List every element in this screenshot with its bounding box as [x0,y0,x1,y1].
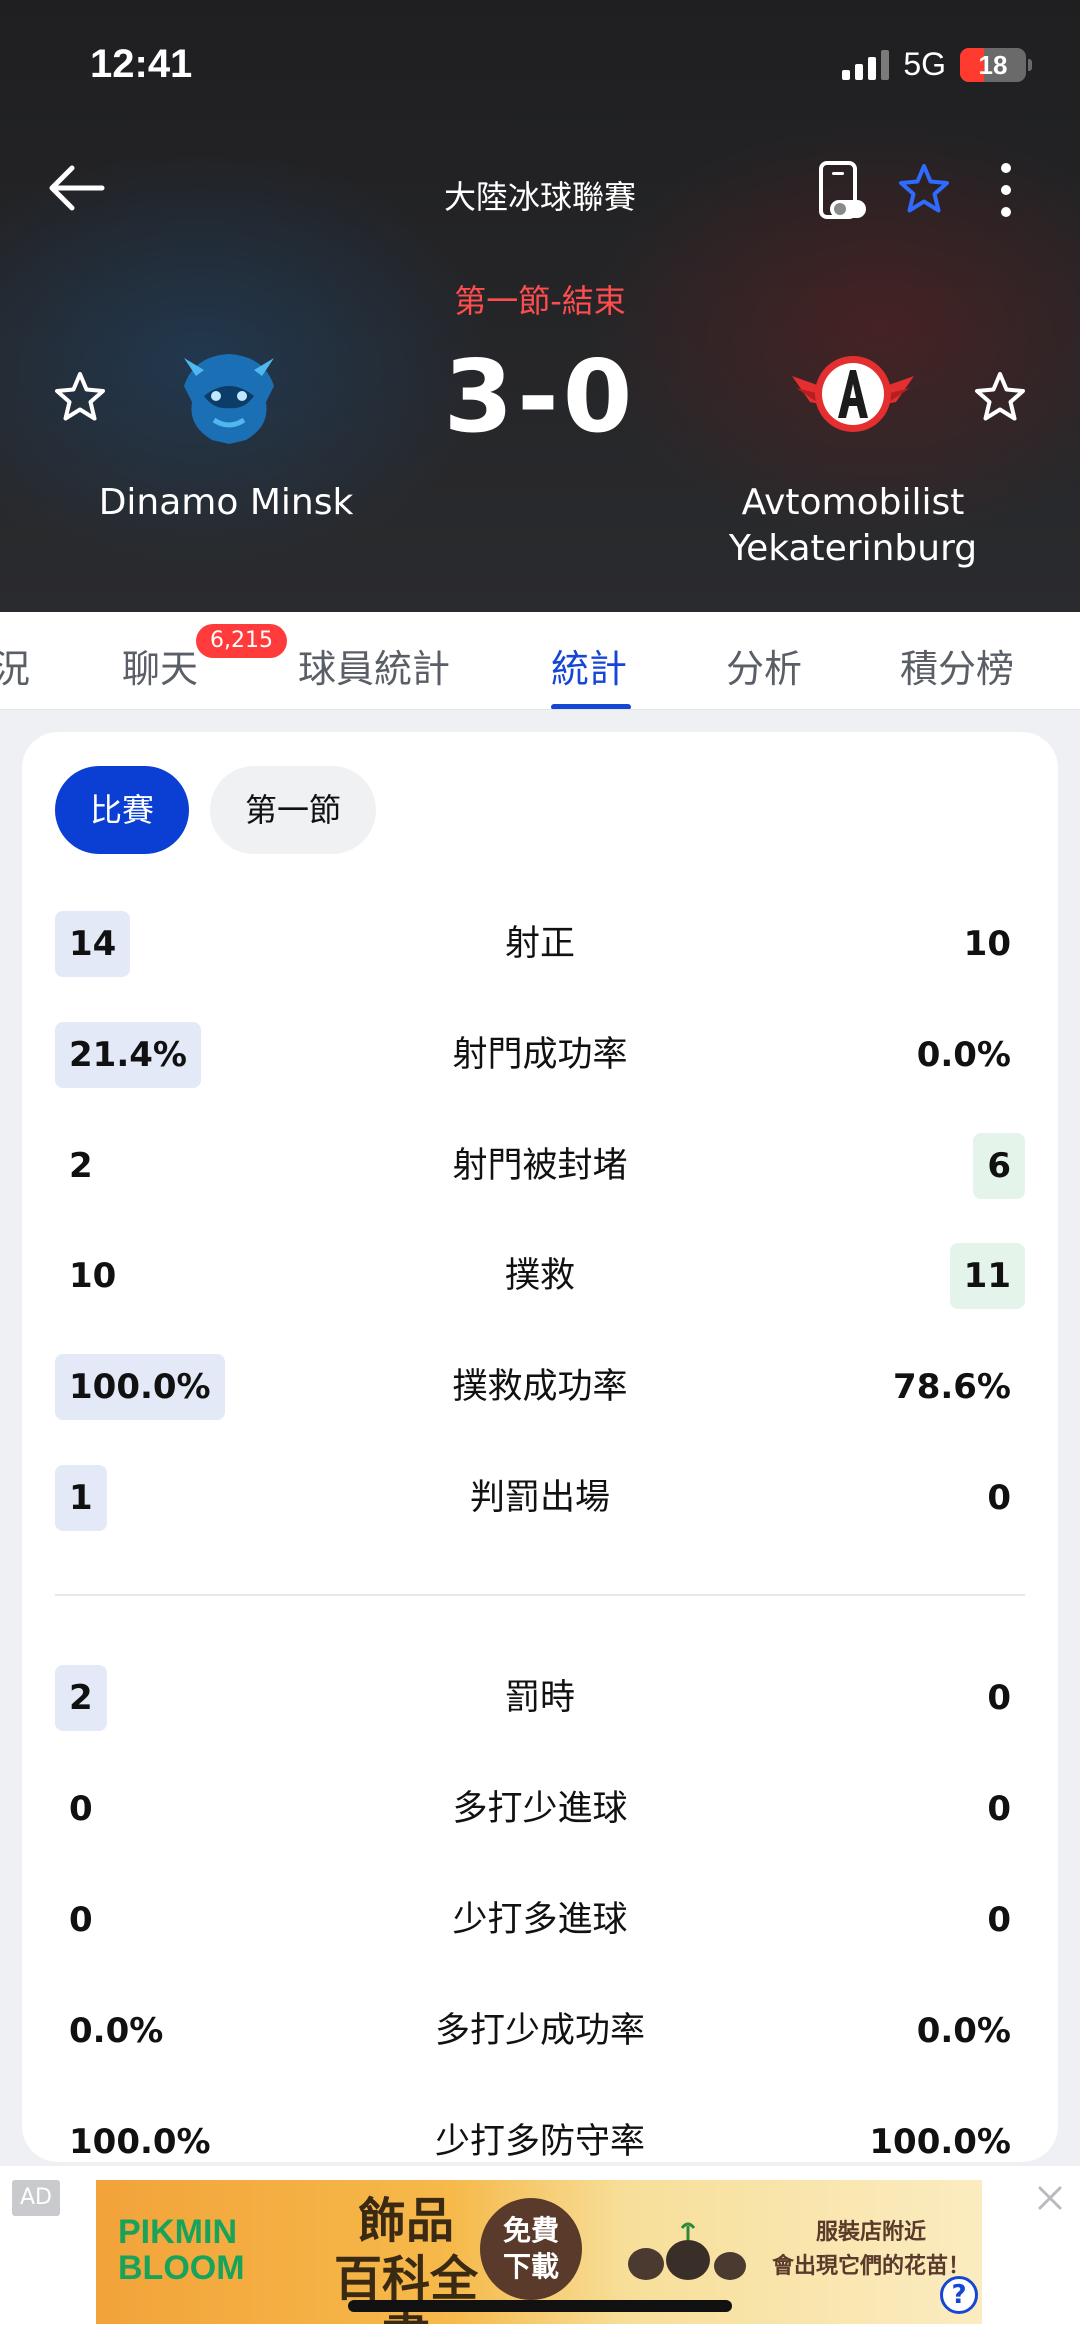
stat-away-value: 0 [987,1478,1011,1518]
stat-home-value: 0 [69,1900,93,1940]
ad-download-button[interactable]: 免費 下載 [480,2198,582,2300]
match-header: 12:41 5G 18 大陸冰球聯賽 第一節-結束 3-0 Dinamo Min… [0,0,1080,612]
away-team-name-line2: Yekaterinburg [728,528,978,569]
score: 3-0 [443,338,637,455]
stat-away-value: 0.0% [916,1035,1011,1075]
stat-row: 射門成功率 21.4% 0.0% [55,1022,1025,1088]
home-indicator[interactable] [348,2300,732,2312]
ad-side-text: 服裝店附近 會出現它們的花苗！ [766,2216,976,2284]
stat-row: 少打多進球 0 0 [55,1887,1025,1953]
stat-away-value: 6 [973,1133,1025,1199]
stat-home-value: 21.4% [55,1022,201,1088]
ad-label: AD [12,2180,60,2216]
ad-cta-line1: 免費 [502,2214,559,2247]
stat-home-value: 14 [55,911,131,977]
stat-row: 判罰出場 1 0 [55,1465,1025,1531]
signal-icon [842,49,890,80]
period-status: 第一節-結束 [454,282,626,320]
stat-home-value: 10 [69,1256,117,1296]
stat-home-value: 2 [55,1665,107,1731]
stat-away-value: 0 [987,1900,1011,1940]
stat-label: 射正 [504,924,575,964]
stat-away-value: 78.6% [893,1367,1011,1407]
stat-away-value: 0 [987,1678,1011,1718]
network-label: 5G [903,46,946,82]
away-favorite-star-icon[interactable] [972,370,1028,426]
tab-standings[interactable]: 積分榜 [900,638,1014,693]
ad-cta-line2: 下載 [502,2250,559,2283]
stat-home-value: 0.0% [69,2011,164,2051]
away-team-name-line1: Avtomobilist [741,482,965,523]
status-icons: 5G 18 [842,46,1032,83]
dinamo-minsk-logo-icon[interactable] [174,346,284,446]
stat-away-value: 11 [949,1243,1025,1309]
battery-level: 18 [978,49,1008,80]
favorite-star-icon[interactable] [896,162,952,218]
ad-logo-line2: BLOOM [118,2249,245,2287]
tab-stats[interactable]: 統計 [551,638,627,693]
ad-logo: PIKMIN BLOOM [118,2214,245,2286]
stats-card: 比賽 第一節 射正 14 10 射門成功率 21.4% 0.0% 射門被封堵 2… [22,732,1058,2162]
segment-match[interactable]: 比賽 [55,766,189,854]
ad-side-line1: 服裝店附近 [815,2220,926,2245]
home-favorite-star-icon[interactable] [52,370,108,426]
stat-label: 多打少進球 [452,1789,628,1829]
stat-label: 判罰出場 [469,1478,610,1518]
chat-count-badge: 6,215 [196,624,287,658]
pikmin-characters-icon [628,2222,746,2280]
help-icon[interactable]: ? [940,2276,978,2314]
stat-home-value: 2 [69,1146,93,1186]
tab-bar: 況 聊天 6,215 球員統計 統計 分析 積分榜 [0,612,1080,710]
stat-label: 撲救 [504,1256,575,1296]
stat-home-value: 1 [55,1465,107,1531]
more-menu-icon[interactable] [988,160,1024,220]
stat-row: 多打少成功率 0.0% 0.0% [55,1998,1025,2064]
section-divider [55,1594,1025,1596]
tab-analysis[interactable]: 分析 [726,638,802,693]
battery-icon: 18 [960,47,1026,82]
ad-side-line2: 會出現它們的花苗！ [771,2254,970,2279]
tab-chat[interactable]: 聊天 [122,638,198,693]
stat-away-value: 10 [963,924,1011,964]
ad-title-line2: 百科全書 [333,2251,478,2324]
stat-row: 多打少進球 0 0 [55,1776,1025,1842]
stat-label: 少打多進球 [452,1900,628,1940]
stat-home-value: 100.0% [55,1354,225,1420]
tab-overview[interactable]: 況 [0,638,30,693]
stat-home-value: 0 [69,1789,93,1829]
stat-away-value: 0 [987,1789,1011,1829]
status-time: 12:41 [90,42,193,86]
stat-row: 罰時 2 0 [55,1665,1025,1731]
stat-away-value: 0.0% [916,2011,1011,2051]
stat-label: 多打少成功率 [434,2011,645,2051]
active-tab-indicator [551,704,631,709]
stat-label: 射門被封堵 [452,1146,628,1186]
away-team-name[interactable]: Avtomobilist Yekaterinburg [700,480,1006,572]
tab-player-stats[interactable]: 球員統計 [298,638,450,693]
stat-row: 撲救 10 11 [55,1243,1025,1309]
stat-row: 撲救成功率 100.0% 78.6% [55,1354,1025,1420]
home-team-name[interactable]: Dinamo Minsk [60,480,392,526]
segment-period-1[interactable]: 第一節 [210,766,376,854]
stat-row: 射門被封堵 2 6 [55,1133,1025,1199]
ad-logo-line1: PIKMIN [118,2213,237,2251]
close-icon[interactable] [1034,2182,1066,2214]
stat-label: 罰時 [504,1678,575,1718]
avtomobilist-logo-icon[interactable] [790,346,916,446]
phone-toggle-icon[interactable] [816,160,866,222]
stat-row: 射正 14 10 [55,911,1025,977]
ad-title-line1: 飾品 [357,2193,454,2249]
